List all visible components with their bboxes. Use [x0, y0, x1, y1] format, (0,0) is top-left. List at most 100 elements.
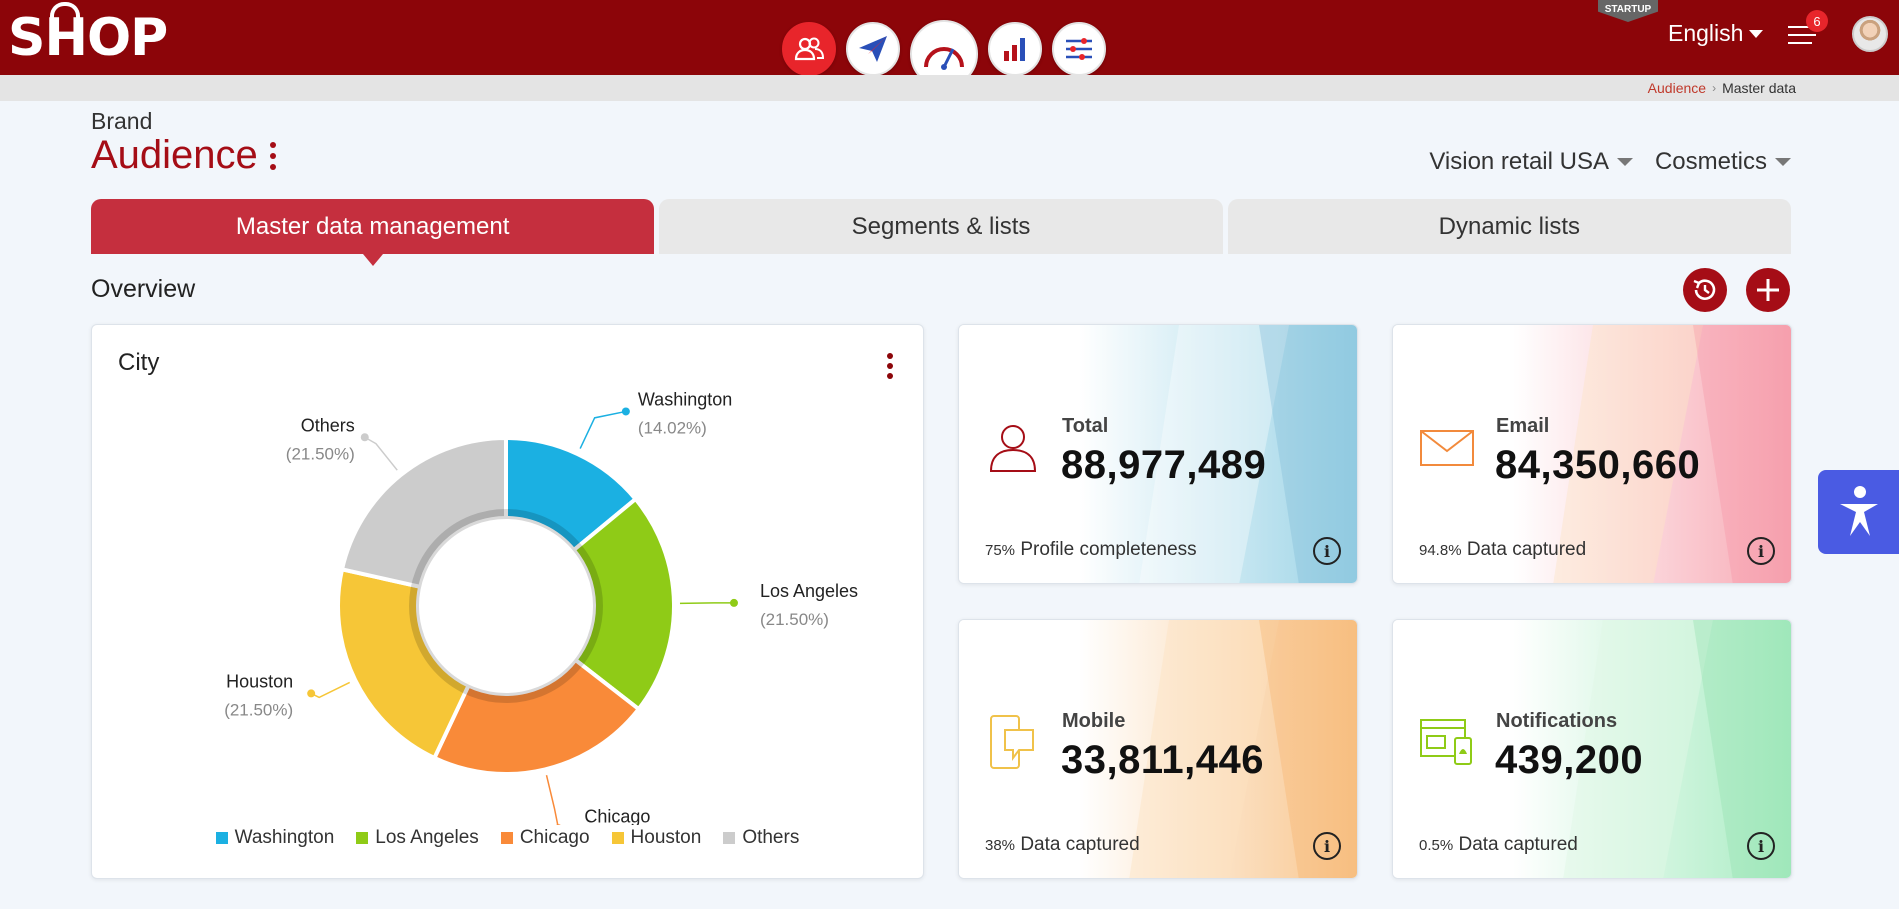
breadcrumb-current: Master data [1722, 80, 1796, 96]
legend-label: Others [742, 827, 800, 848]
stat-card-total: Total 88,977,489 75% Profile completenes… [958, 324, 1358, 584]
accessibility-widget-button[interactable] [1818, 470, 1899, 554]
leader-dot [621, 407, 630, 416]
legend-item-chicago[interactable]: Chicago [500, 827, 590, 849]
stat-card-mobile: Mobile 33,811,446 38% Data captured i [958, 619, 1358, 879]
section-title: Overview [91, 275, 196, 303]
legend-swatch [356, 832, 369, 844]
audience-nav-button[interactable] [782, 22, 836, 76]
breadcrumb-link-audience[interactable]: Audience [1648, 80, 1706, 96]
add-button[interactable] [1746, 268, 1790, 312]
slice-label: Washington [638, 389, 732, 409]
legend-swatch [611, 832, 624, 844]
legend-swatch [500, 832, 513, 844]
settings-nav-button[interactable] [1052, 22, 1106, 76]
stat-label: Mobile [1062, 710, 1126, 732]
legend-item-washington[interactable]: Washington [215, 827, 335, 849]
legend-swatch [215, 832, 228, 844]
context-selectors: Vision retail USA Cosmetics [1429, 148, 1791, 176]
info-icon[interactable]: i [1313, 832, 1341, 860]
chevron-right-icon: › [1712, 81, 1717, 95]
slice-label: Houston [226, 671, 293, 691]
legend-label: Houston [630, 827, 702, 848]
tab-dynamic-lists[interactable]: Dynamic lists [1227, 199, 1791, 254]
shopping-bag-icon [50, 2, 80, 20]
legend-label: Los Angeles [375, 827, 479, 848]
info-icon[interactable]: i [1313, 537, 1341, 565]
stat-label: Notifications [1496, 710, 1618, 732]
campaigns-nav-button[interactable] [846, 22, 900, 76]
top-bar: SHOP STARTUP English 6 [0, 0, 1899, 88]
page-title: Audience [91, 133, 276, 178]
leader-line [364, 436, 398, 471]
tab-bar: Master data management Segments & lists … [91, 199, 1791, 266]
language-selector[interactable]: English [1668, 20, 1764, 47]
breadcrumb: Audience › Master data [1648, 80, 1796, 96]
history-icon [1693, 279, 1716, 300]
slice-value-label: (14.02%) [638, 418, 707, 437]
stat-card-email: Email 84,350,660 94.8% Data captured i [1392, 324, 1792, 584]
startup-badge: STARTUP [1598, 0, 1658, 22]
donut-inner-ring [409, 509, 603, 703]
stat-caption: 0.5% Data captured [1419, 834, 1578, 855]
retailer-dropdown[interactable]: Vision retail USA [1429, 148, 1633, 176]
stat-value: 84,350,660 [1495, 443, 1701, 487]
users-icon [794, 37, 824, 61]
leader-dot [360, 433, 369, 442]
stat-value: 88,977,489 [1061, 443, 1267, 487]
sliders-icon [1066, 38, 1092, 60]
avatar[interactable] [1852, 16, 1888, 52]
chevron-down-icon [1749, 29, 1764, 38]
stat-label: Email [1496, 415, 1550, 437]
analytics-nav-button[interactable] [988, 22, 1042, 76]
mobile-message-icon [990, 715, 1034, 769]
slice-value-label: (21.50%) [224, 700, 293, 719]
stat-caption: 38% Data captured [985, 834, 1140, 855]
chart-legend: Washington Los Angeles Chicago Houston Other… [92, 827, 923, 849]
shop-logo[interactable]: SHOP [8, 2, 168, 68]
donut-slice-houston[interactable] [336, 566, 472, 761]
tab-master-data-management[interactable]: Master data management [91, 199, 655, 266]
chevron-down-icon [1775, 158, 1791, 166]
notification-badge: 6 [1806, 10, 1828, 32]
stat-value: 439,200 [1495, 738, 1644, 782]
envelope-icon [1420, 430, 1474, 466]
paper-plane-icon [859, 36, 887, 62]
stat-value: 33,811,446 [1061, 738, 1264, 782]
chevron-down-icon [1616, 158, 1633, 166]
legend-label: Washington [234, 827, 335, 848]
info-icon[interactable]: i [1747, 832, 1775, 860]
slice-label: Chicago [584, 806, 650, 825]
legend-swatch [723, 832, 736, 844]
history-button[interactable] [1683, 268, 1727, 312]
city-donut-chart: Washington (14.02%) Los Angeles (21.50%) Chi… [224, 389, 858, 825]
stat-label: Total [1062, 415, 1109, 437]
brand-label: Brand [91, 108, 153, 134]
stat-caption: 94.8% Data captured [1419, 539, 1587, 560]
slice-value-label: (21.50%) [286, 444, 355, 463]
category-dropdown[interactable]: Cosmetics [1655, 148, 1791, 176]
leader-dot [556, 824, 561, 825]
legend-item-others[interactable]: Others [723, 827, 799, 849]
leader-line [545, 775, 559, 825]
browser-bell-icon [1420, 719, 1472, 765]
info-icon[interactable]: i [1747, 537, 1775, 565]
user-icon [989, 425, 1037, 472]
plus-icon [1757, 279, 1779, 301]
tab-segments-lists[interactable]: Segments & lists [659, 199, 1223, 254]
bar-chart-icon [1004, 38, 1025, 61]
leader-line [579, 410, 627, 449]
stat-card-notifications: Notifications 439,200 0.5% Data captured… [1392, 619, 1792, 879]
leader-line [679, 602, 734, 605]
slice-label: Los Angeles [760, 581, 858, 601]
leader-line [310, 681, 351, 699]
legend-item-houston[interactable]: Houston [611, 827, 702, 849]
leader-dot [307, 689, 316, 698]
slice-label: Others [301, 415, 355, 435]
city-chart-card: City Washington (14.02%) Los Angeles (21.50… [91, 324, 924, 879]
stat-caption: 75% Profile completeness [985, 539, 1197, 560]
leader-dot [729, 598, 738, 607]
page-menu-icon[interactable] [269, 141, 276, 170]
legend-label: Chicago [519, 827, 590, 848]
legend-item-los-angeles[interactable]: Los Angeles [356, 827, 479, 849]
